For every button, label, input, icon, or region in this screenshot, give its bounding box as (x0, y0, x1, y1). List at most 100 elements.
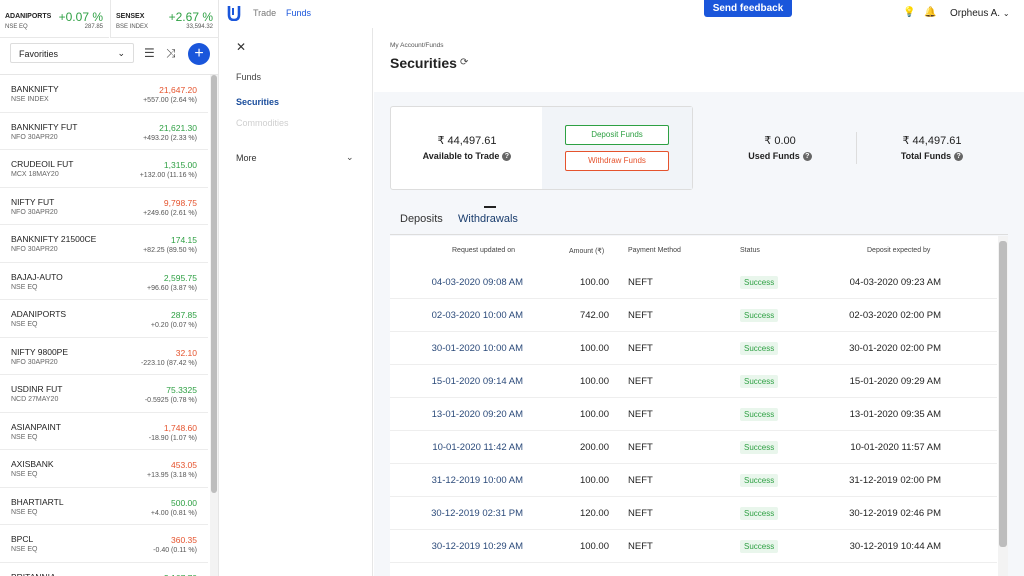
amount: 200.00 (579, 442, 609, 453)
instrument-price: 75.3325 (166, 385, 197, 395)
total-label: Total Funds? (872, 151, 992, 162)
watchlist-item[interactable]: BANKNIFTY FUT NFO 30APR20 21,621.30 +493.20… (0, 113, 208, 150)
help-icon[interactable]: ? (502, 152, 512, 162)
instrument-exchange: NSE EQ (11, 471, 38, 478)
instrument-exchange: NSE EQ (11, 433, 38, 441)
instrument-change: -18.90 (1.07 %) (148, 434, 197, 442)
table-row[interactable]: 30-12-2019 02:31 PM 120.00 NEFT Success 30-1… (390, 497, 997, 530)
user-name: Orpheus A. (950, 8, 1001, 19)
watchlist-item[interactable]: BHARTIARTL NSE EQ 500.00 +4.00 (0.81 %) (0, 488, 208, 525)
watchlist-item[interactable]: BANKNIFTY 21500CE NFO 30APR20 174.15 +82.25… (0, 225, 208, 263)
used-amount: ₹ 0.00 (764, 135, 796, 147)
watchlist-item[interactable]: ADANIPORTS NSE EQ 287.85 +0.20 (0.07 %) (0, 300, 208, 338)
instrument-symbol: BRITANNIA (11, 572, 56, 576)
close-icon[interactable]: ✕ (236, 40, 246, 54)
send-feedback-button[interactable]: Send feedback (704, 0, 792, 17)
instrument-symbol: BHARTIARTL (11, 496, 64, 507)
app-logo-icon[interactable] (227, 5, 241, 21)
used-label: Used Funds? (720, 151, 840, 162)
expected-date: 30-12-2019 02:46 PM (849, 508, 941, 519)
menu-item-securities[interactable]: Securities (236, 97, 279, 107)
index-ticker-adaniports[interactable]: ADANIPORTS NSE EQ +0.07 % 287.85 (0, 0, 109, 38)
payment-method: NEFT (628, 409, 653, 420)
table-row[interactable]: 10-01-2020 11:42 AM 200.00 NEFT Success 10-0… (390, 431, 997, 464)
payment-method: NEFT (628, 277, 653, 288)
table-row[interactable]: 02-03-2020 10:00 AM 742.00 NEFT Success 02-0… (390, 299, 997, 332)
available-label: Available to Trade? (392, 151, 542, 162)
watchlist-item[interactable]: ASIANPAINT NSE EQ 1,748.60 -18.90 (1.07 %) (0, 413, 208, 450)
amount: 100.00 (579, 343, 609, 354)
instrument-price: 360.35 (171, 535, 197, 545)
used-label-text: Used Funds (748, 151, 800, 161)
table-row[interactable]: 30-12-2019 10:29 AM 100.00 NEFT Success 30-1… (390, 530, 997, 563)
divider (856, 132, 857, 164)
table-scroll-thumb[interactable] (999, 241, 1007, 547)
menu-item-commodities: Commodities (236, 118, 289, 128)
total-label-text: Total Funds (900, 151, 952, 161)
status-badge: Success (740, 276, 779, 289)
request-date: 31-12-2019 10:00 AM (431, 475, 523, 486)
nav-trade[interactable]: Trade (253, 8, 276, 18)
table-row[interactable]: 30-01-2020 10:00 AM 100.00 NEFT Success 30-0… (390, 332, 997, 365)
watchlist-item[interactable]: AXISBANK NSE EQ 453.05 +13.95 (3.18 %) (0, 450, 208, 488)
instrument-price: 453.05 (171, 460, 197, 470)
instrument-change: +82.25 (89.50 %) (143, 247, 197, 254)
payment-method: NEFT (628, 343, 653, 354)
menu-item-more[interactable]: More (236, 153, 257, 163)
chevron-down-icon: ⌄ (117, 48, 125, 58)
index-name: SENSEX (116, 13, 145, 20)
bell-icon[interactable]: 🔔 (924, 7, 936, 18)
instrument-exchange: NFO 30APR20 (11, 358, 58, 366)
request-date: 30-01-2020 10:00 AM (431, 343, 523, 354)
instrument-exchange: NFO 30APR20 (11, 246, 58, 253)
watchlist-scroll-thumb[interactable] (211, 75, 217, 493)
watchlist-item[interactable]: BRITANNIA 3,167.70 (0, 563, 208, 576)
instrument-symbol: BAJAJ-AUTO (11, 271, 63, 282)
refresh-icon[interactable]: ⟳ (460, 57, 468, 68)
index-price: 287.85 (84, 24, 103, 30)
expected-date: 13-01-2020 09:35 AM (849, 409, 941, 420)
table-row[interactable]: 04-03-2020 09:08 AM 100.00 NEFT Success 04-0… (390, 266, 997, 299)
instrument-exchange: NFO 30APR20 (11, 133, 58, 141)
breadcrumb[interactable]: My Account/Funds (390, 42, 443, 49)
expected-date: 02-03-2020 02:00 PM (849, 310, 941, 321)
tab-deposits[interactable]: Deposits (400, 213, 443, 225)
instrument-change: +13.95 (3.18 %) (146, 472, 197, 479)
table-row[interactable]: 13-01-2020 09:20 AM 100.00 NEFT Success 13-0… (390, 398, 997, 431)
watchlist-item[interactable]: NIFTY 9800PE NFO 30APR20 32.10 -223.10 (87.… (0, 338, 208, 375)
watchlist-item[interactable]: BAJAJ-AUTO NSE EQ 2,595.75 +96.60 (3.87 %) (0, 263, 208, 300)
watchlist-item[interactable]: CRUDEOIL FUT MCX 18MAY20 1,315.00 +132.00 (… (0, 150, 208, 188)
nav-funds[interactable]: Funds (286, 8, 311, 18)
payment-method: NEFT (628, 376, 653, 387)
watchlist-item[interactable]: BPCL NSE EQ 360.35 -0.40 (0.11 %) (0, 525, 208, 563)
sort-icon[interactable]: ☰ (144, 46, 155, 60)
lightbulb-icon[interactable]: 💡 (903, 7, 915, 18)
menu-item-funds[interactable]: Funds (236, 72, 261, 82)
instrument-price: 21,647.20 (159, 85, 197, 95)
index-name: ADANIPORTS (5, 13, 52, 20)
payment-method: NEFT (628, 541, 653, 552)
withdraw-funds-button[interactable]: Withdraw Funds (565, 151, 669, 171)
instrument-price: 1,315.00 (163, 160, 197, 170)
watchlist-item[interactable]: USDINR FUT NCD 27MAY20 75.3325 -0.5925 (0.7… (0, 375, 208, 413)
amount: 100.00 (579, 541, 609, 552)
watchlist-item[interactable]: BANKNIFTY NSE INDEX 21,647.20 +557.00 (2.64… (0, 75, 208, 113)
watchlist-select[interactable]: Favorities ⌄ (10, 43, 134, 63)
chevron-down-icon[interactable]: ⌄ (346, 152, 354, 163)
user-menu[interactable]: Orpheus A. ⌄ (950, 8, 1010, 19)
add-instrument-button[interactable]: + (188, 43, 210, 65)
watchlist-item[interactable]: NIFTY FUT NFO 30APR20 9,798.75 +249.60 (2.6… (0, 188, 208, 225)
deposit-funds-button[interactable]: Deposit Funds (565, 125, 669, 145)
table-row[interactable]: 31-12-2019 10:00 AM 100.00 NEFT Success 31-1… (390, 464, 997, 497)
shuffle-icon[interactable]: ⤨ (166, 46, 176, 61)
instrument-exchange: NFO 30APR20 (11, 208, 58, 216)
column-header-requested: Request updated on (452, 247, 516, 254)
index-ticker-sensex[interactable]: SENSEX BSE INDEX +2.67 % 33,594.32 (110, 0, 219, 38)
payment-method: NEFT (628, 475, 653, 486)
help-icon[interactable]: ? (802, 152, 812, 162)
table-row[interactable]: 15-01-2020 09:14 AM 100.00 NEFT Success 15-0… (390, 365, 997, 398)
help-icon[interactable]: ? (954, 152, 964, 162)
instrument-exchange: NSE EQ (11, 321, 38, 328)
tab-withdrawals[interactable]: Withdrawals (458, 213, 518, 225)
chevron-down-icon: ⌄ (1002, 9, 1010, 18)
